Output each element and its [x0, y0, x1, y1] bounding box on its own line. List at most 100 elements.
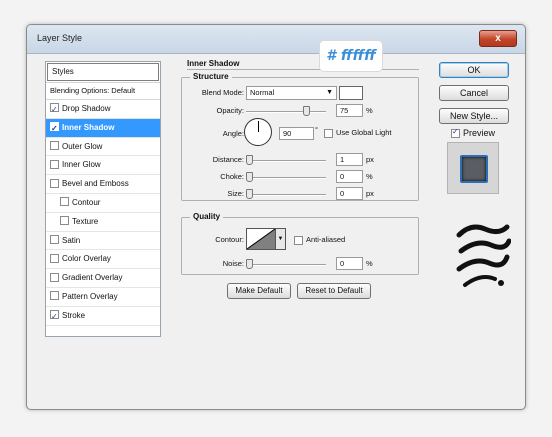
angle-dial[interactable] — [244, 118, 272, 146]
style-item-checkbox[interactable] — [60, 197, 69, 207]
close-icon: x — [495, 33, 501, 44]
dialog-title: Layer Style — [37, 33, 83, 43]
color-hex-badge: # ffffff — [319, 40, 383, 72]
make-default-button[interactable]: Make Default — [227, 283, 291, 299]
noise-slider-track[interactable] — [246, 264, 326, 266]
structure-title: Structure — [190, 72, 232, 81]
style-item-label: Contour — [72, 197, 101, 207]
distance-label: Distance: — [212, 155, 244, 164]
global-light-checkbox[interactable] — [324, 129, 333, 138]
style-item-checkbox[interactable] — [50, 140, 59, 150]
preview-checkbox[interactable]: ✓ — [451, 127, 460, 138]
style-item-inner-shadow[interactable]: ✓ Inner Shadow — [46, 118, 160, 138]
style-item-checkbox[interactable]: ✓ — [50, 103, 59, 114]
opacity-slider-track[interactable] — [246, 111, 326, 113]
blend-mode-value: Normal — [250, 88, 275, 97]
style-item-outer-glow[interactable]: Outer Glow — [46, 138, 160, 157]
preview-label: Preview — [463, 128, 496, 138]
style-item-gradient-overlay[interactable]: Gradient Overlay — [46, 269, 160, 288]
size-field[interactable]: 0 — [336, 187, 363, 200]
style-item-label: Texture — [72, 216, 99, 226]
style-item-satin[interactable]: Satin — [46, 232, 160, 251]
style-item-checkbox[interactable] — [50, 253, 59, 263]
contour-picker[interactable] — [246, 228, 276, 250]
style-item-label: Satin — [62, 235, 81, 245]
chevron-down-icon: ▼ — [326, 89, 333, 96]
style-item-label: Outer Glow — [62, 141, 103, 151]
choke-unit: % — [366, 172, 373, 181]
blend-mode-select[interactable]: Normal ▼ — [246, 86, 337, 100]
distance-field[interactable]: 1 — [336, 153, 363, 166]
style-item-checkbox[interactable] — [50, 159, 59, 169]
style-item-color-overlay[interactable]: Color Overlay — [46, 250, 160, 270]
cancel-button[interactable]: Cancel — [439, 85, 509, 101]
layer-style-dialog: Layer Style x Styles Blending Options: D… — [26, 24, 526, 410]
style-item-pattern-overlay[interactable]: Pattern Overlay — [46, 288, 160, 307]
contour-curve-icon — [247, 229, 275, 249]
close-button[interactable]: x — [479, 30, 517, 47]
noise-label: Noise: — [222, 259, 244, 268]
distance-unit: px — [366, 155, 374, 164]
checkmark-icon: ✓ — [51, 312, 58, 322]
style-item-drop-shadow[interactable]: ✓ Drop Shadow — [46, 100, 160, 119]
opacity-unit: % — [366, 106, 373, 115]
styles-header[interactable]: Styles — [47, 63, 159, 81]
style-item-checkbox[interactable] — [50, 272, 59, 282]
style-item-checkbox[interactable] — [50, 291, 59, 301]
choke-slider-track[interactable] — [246, 177, 326, 179]
opacity-field[interactable]: 75 — [336, 104, 363, 117]
style-item-checkbox[interactable] — [50, 234, 59, 244]
style-item-checkbox[interactable] — [50, 178, 59, 188]
blending-options-item[interactable]: Blending Options: Default — [46, 82, 160, 100]
quality-group: Quality Contour: ▼ Anti-aliased Noise: 0… — [181, 212, 419, 275]
ok-button[interactable]: OK — [439, 62, 509, 78]
style-item-inner-glow[interactable]: Inner Glow — [46, 156, 160, 176]
choke-slider-thumb[interactable] — [246, 172, 253, 182]
anti-aliased-checkbox[interactable] — [294, 236, 303, 245]
watermark-logo — [456, 224, 511, 287]
style-item-checkbox[interactable] — [60, 216, 69, 226]
style-item-checkbox[interactable]: ✓ — [50, 310, 59, 321]
size-unit: px — [366, 189, 374, 198]
style-item-label: Bevel and Emboss — [62, 179, 129, 189]
opacity-slider-thumb[interactable] — [303, 106, 310, 116]
global-light-label: Use Global Light — [336, 128, 392, 137]
angle-label: Angle: — [222, 129, 244, 138]
style-item-stroke[interactable]: ✓ Stroke — [46, 307, 160, 326]
style-item-label: Color Overlay — [62, 254, 111, 264]
style-preview — [447, 142, 499, 194]
noise-slider-thumb[interactable] — [246, 259, 253, 269]
noise-field[interactable]: 0 — [336, 257, 363, 270]
style-item-label: Stroke — [62, 310, 86, 320]
styles-list: Styles Blending Options: Default ✓ Drop S… — [45, 61, 161, 337]
anti-aliased-label: Anti-aliased — [306, 235, 346, 244]
style-item-texture[interactable]: Texture — [46, 213, 160, 232]
angle-field[interactable]: 90 — [279, 127, 314, 140]
style-item-label: Pattern Overlay — [62, 291, 118, 301]
opacity-label: Opacity: — [216, 106, 244, 115]
quality-title: Quality — [190, 212, 224, 221]
style-item-bevel-and-emboss[interactable]: Bevel and Emboss — [46, 175, 160, 194]
chevron-down-icon: ▼ — [277, 236, 284, 242]
style-item-label: Inner Shadow — [62, 122, 115, 132]
style-item-contour[interactable]: Contour — [46, 194, 160, 213]
size-slider-thumb[interactable] — [246, 189, 253, 199]
distance-slider-track[interactable] — [246, 160, 326, 162]
section-title: Inner Shadow — [187, 59, 240, 68]
angle-unit: ° — [315, 125, 318, 134]
size-slider-track[interactable] — [246, 194, 326, 196]
title-bar[interactable]: Layer Style x — [27, 25, 525, 54]
style-item-checkbox[interactable]: ✓ — [50, 122, 59, 133]
distance-slider-thumb[interactable] — [246, 155, 253, 165]
noise-unit: % — [366, 259, 373, 268]
reset-default-button[interactable]: Reset to Default — [297, 283, 371, 299]
angle-needle — [258, 121, 259, 132]
checkmark-icon: ✓ — [452, 127, 459, 136]
new-style-button[interactable]: New Style... — [439, 108, 509, 124]
size-label: Size: — [227, 189, 244, 198]
style-item-label: Drop Shadow — [62, 104, 111, 113]
blend-color-swatch[interactable] — [339, 86, 363, 100]
contour-dropdown-arrow[interactable]: ▼ — [275, 228, 286, 250]
choke-field[interactable]: 0 — [336, 170, 363, 183]
contour-label: Contour: — [215, 235, 244, 244]
